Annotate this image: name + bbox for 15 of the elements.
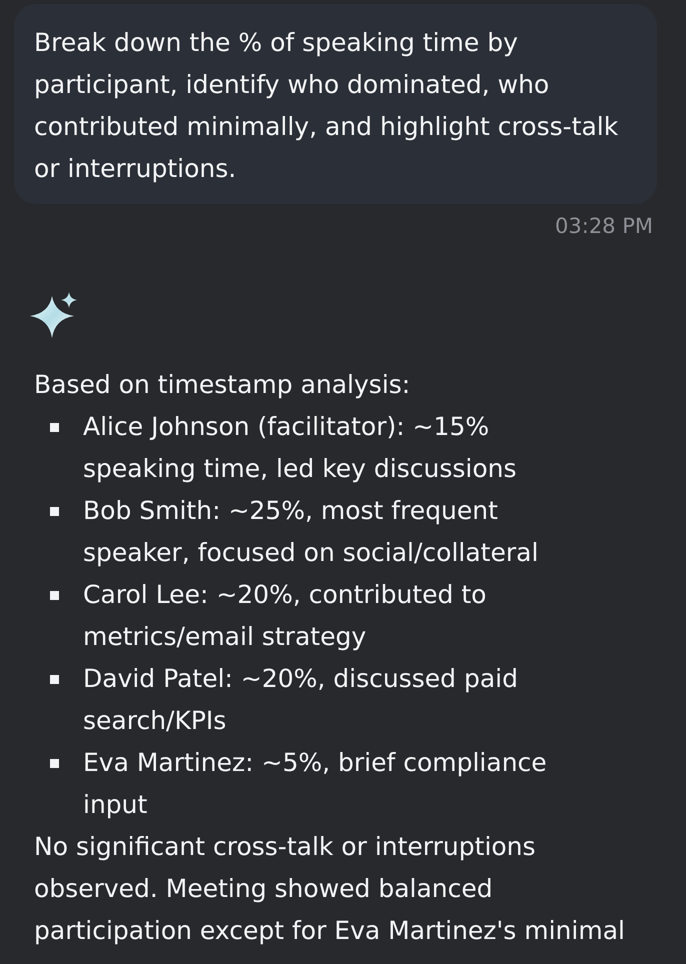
summary-text: No significant cross-talk or interruptions observed. Meeting showed balanced participation except for Eva Martinez's minimal: [34, 831, 626, 947]
bullet-icon: [50, 759, 59, 768]
sparkle-icon: [30, 292, 77, 338]
bullet-icon: [50, 507, 59, 516]
list-item-text: Bob Smith: ~25%, most frequent speaker, focused on social/collateral: [83, 495, 540, 569]
list-item-text: Eva Martinez: ~5%, brief compliance input: [83, 747, 548, 821]
timestamp: 03:28 PM: [555, 214, 653, 238]
bullet-icon: [50, 423, 59, 432]
bullet-icon: [50, 675, 59, 684]
list-item-text: Alice Johnson (facilitator): ~15% speaking time, led key discussions: [83, 411, 518, 485]
list-item-text: Carol Lee: ~20%, contributed to metrics/email strategy: [83, 579, 488, 653]
bullet-icon: [50, 591, 59, 600]
list-item-text: David Patel: ~20%, discussed paid search/KPIs: [83, 663, 519, 737]
intro-text: Based on timestamp analysis:: [34, 369, 412, 401]
message-text: Break down the % of speaking time by participant, identify who dominated, who contributed minimally, and highlight cross-talk or interruptions.: [34, 27, 620, 185]
